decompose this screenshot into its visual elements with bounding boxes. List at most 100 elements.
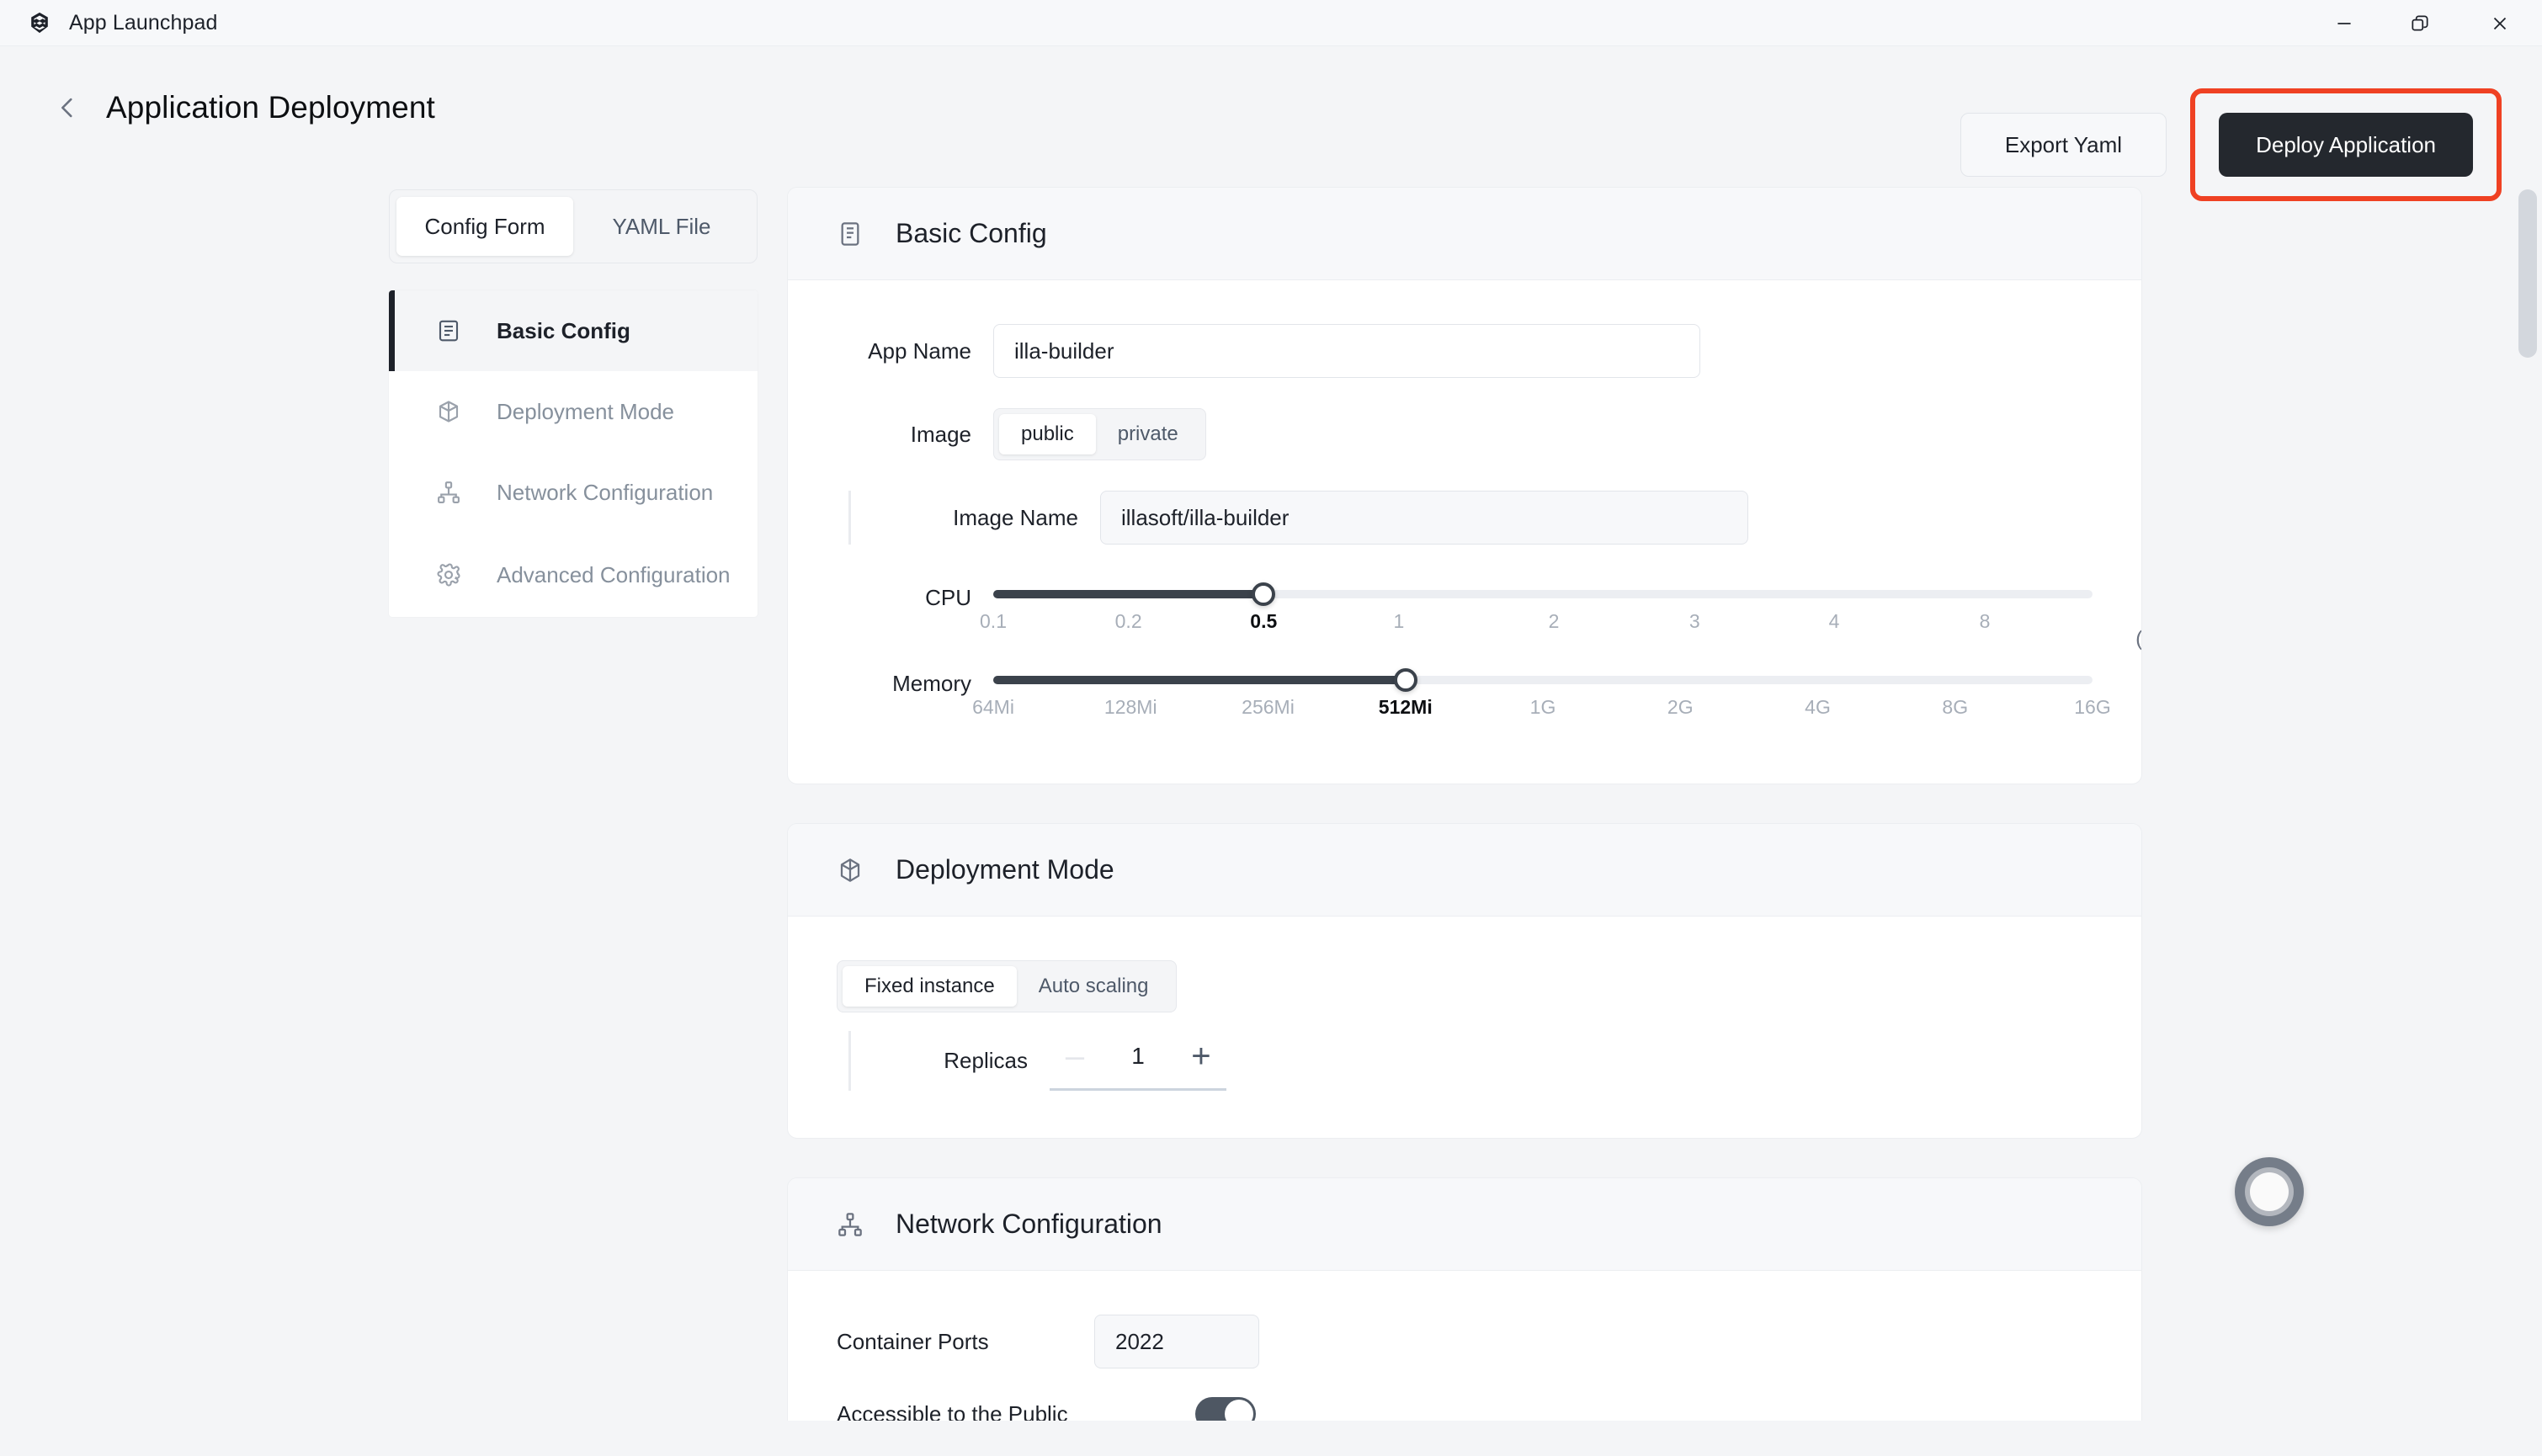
deploy-application-highlight: Deploy Application	[2190, 88, 2502, 201]
replicas-increment-button[interactable]: +	[1181, 1036, 1221, 1076]
tab-config-form[interactable]: Config Form	[396, 197, 573, 256]
sidebar-item-basic-config[interactable]: Basic Config	[389, 290, 758, 371]
replicas-value[interactable]: 1	[1131, 1043, 1145, 1070]
memory-mark-selected[interactable]: 512Mi	[1379, 696, 1433, 719]
cube-icon	[436, 399, 471, 424]
config-form-content: Basic Config App Name illa-builder Image…	[787, 187, 2142, 1456]
restore-window-icon[interactable]	[2382, 0, 2458, 46]
image-name-input[interactable]: illasoft/illa-builder	[1100, 491, 1748, 545]
sidebar-item-network-configuration[interactable]: Network Configuration	[389, 452, 758, 533]
deployment-mode-card-body: Fixed instance Auto scaling Replicas – 1…	[788, 917, 2141, 1138]
container-ports-label: Container Ports	[837, 1329, 1072, 1355]
page-scrollbar[interactable]	[2518, 189, 2537, 1452]
app-name-row: App Name illa-builder	[837, 324, 2093, 378]
memory-slider-track[interactable]	[993, 676, 2093, 684]
view-mode-tabs: Config Form YAML File	[389, 189, 758, 263]
cpu-slider-fill	[993, 590, 1263, 598]
cpu-slider-knob[interactable]	[1252, 582, 1275, 606]
card-title: Network Configuration	[896, 1209, 1162, 1240]
document-lines-icon	[436, 318, 471, 343]
cpu-mark[interactable]: 4	[1829, 610, 1840, 633]
memory-mark[interactable]: 2G	[1667, 696, 1694, 719]
cpu-mark[interactable]: 0.1	[980, 610, 1007, 633]
cpu-mark[interactable]: 8	[1980, 610, 1991, 633]
minimize-icon[interactable]	[2306, 0, 2382, 46]
tab-image-private[interactable]: private	[1096, 414, 1200, 454]
sidebar-item-deployment-mode[interactable]: Deployment Mode	[389, 371, 758, 452]
page-header: Application Deployment Export Yaml Deplo…	[0, 46, 2542, 168]
memory-mark[interactable]: 8G	[1942, 696, 1968, 719]
replicas-label: Replicas	[851, 1048, 1028, 1074]
cpu-label: CPU	[837, 575, 971, 611]
app-window: App Launchpad Application Deployment Exp…	[0, 0, 2542, 1456]
gear-icon	[436, 562, 471, 587]
deployment-mode-options-row: Fixed instance Auto scaling	[837, 960, 2093, 1012]
sidebar: Config Form YAML File Basic Config Deplo…	[389, 189, 758, 617]
cpu-mark[interactable]: 3	[1689, 610, 1700, 633]
app-name-label: App Name	[837, 338, 971, 364]
tab-auto-scaling[interactable]: Auto scaling	[1017, 966, 1171, 1007]
basic-config-card-header: Basic Config	[788, 188, 2141, 280]
tab-fixed-instance[interactable]: Fixed instance	[843, 966, 1017, 1007]
memory-mark[interactable]: 256Mi	[1242, 696, 1295, 719]
cpu-mark[interactable]: 2	[1549, 610, 1560, 633]
image-row: Image public private	[837, 408, 2093, 460]
page-title: Application Deployment	[106, 90, 435, 125]
cpu-slider-track[interactable]	[993, 590, 2093, 598]
memory-mark[interactable]: 16G	[2074, 696, 2110, 719]
network-configuration-card-header: Network Configuration	[788, 1178, 2141, 1271]
card-title: Deployment Mode	[896, 854, 1114, 885]
replicas-stepper[interactable]: – 1 +	[1050, 1031, 1226, 1091]
cpu-slider[interactable]: 0.1 0.2 0.5 1 2 3 4 8 (Core)	[993, 575, 2093, 644]
memory-mark[interactable]: 128Mi	[1104, 696, 1157, 719]
close-icon[interactable]	[2458, 0, 2542, 46]
viewport-bottom-edge	[0, 1421, 2542, 1456]
cpu-mark-selected[interactable]: 0.5	[1250, 610, 1277, 633]
image-visibility-tabs: public private	[993, 408, 1206, 460]
image-label: Image	[837, 422, 971, 448]
gem-hexagon-icon	[27, 10, 52, 35]
chevron-left-icon[interactable]	[49, 89, 86, 126]
tab-image-public[interactable]: public	[999, 414, 1096, 454]
app-title: App Launchpad	[69, 11, 217, 35]
deploy-application-button[interactable]: Deploy Application	[2219, 113, 2473, 177]
memory-slider[interactable]: 64Mi 128Mi 256Mi 512Mi 1G 2G 4G 8G 16G	[993, 661, 2093, 730]
deployment-mode-card-header: Deployment Mode	[788, 824, 2141, 917]
memory-label: Memory	[837, 661, 971, 697]
export-yaml-button[interactable]: Export Yaml	[1960, 113, 2167, 177]
window-controls	[2306, 0, 2542, 46]
replicas-row: Replicas – 1 +	[848, 1031, 2093, 1091]
deployment-mode-tabs: Fixed instance Auto scaling	[837, 960, 1177, 1012]
app-name-input[interactable]: illa-builder	[993, 324, 1700, 378]
image-name-row: Image Name illasoft/illa-builder	[848, 491, 2093, 545]
sitemap-icon	[837, 1211, 870, 1238]
click-ring-cursor	[2235, 1157, 2304, 1226]
memory-slider-row: Memory 64Mi 128Mi 256Mi 512Mi 1G 2G	[837, 661, 2093, 730]
cpu-mark[interactable]: 0.2	[1115, 610, 1142, 633]
cpu-mark[interactable]: 1	[1394, 610, 1405, 633]
memory-slider-knob[interactable]	[1394, 668, 1417, 692]
container-ports-input[interactable]: 2022	[1094, 1315, 1259, 1368]
cpu-slider-row: CPU 0.1 0.2 0.5 1 2 3	[837, 575, 2093, 644]
memory-mark[interactable]: 4G	[1805, 696, 1831, 719]
cpu-unit-label: (Core)	[2135, 627, 2142, 651]
title-bar: App Launchpad	[0, 0, 2542, 46]
memory-slider-marks: 64Mi 128Mi 256Mi 512Mi 1G 2G 4G 8G 16G	[993, 696, 2093, 730]
basic-config-card: Basic Config App Name illa-builder Image…	[787, 187, 2142, 784]
tab-yaml-file[interactable]: YAML File	[573, 197, 750, 256]
memory-mark[interactable]: 64Mi	[972, 696, 1014, 719]
memory-slider-fill	[993, 676, 1406, 684]
replicas-decrement-button[interactable]: –	[1055, 1036, 1095, 1076]
basic-config-card-body: App Name illa-builder Image public priva…	[788, 280, 2141, 784]
sidebar-item-label: Advanced Configuration	[497, 561, 731, 589]
cpu-slider-marks: 0.1 0.2 0.5 1 2 3 4 8 (Core)	[993, 610, 2093, 644]
sidebar-item-advanced-configuration[interactable]: Advanced Configuration	[389, 533, 758, 617]
memory-mark[interactable]: 1G	[1530, 696, 1556, 719]
sitemap-icon	[436, 480, 471, 505]
sidebar-item-label: Deployment Mode	[497, 398, 674, 426]
sidebar-item-label: Network Configuration	[497, 479, 713, 507]
header-actions: Export Yaml Deploy Application	[1960, 88, 2502, 201]
network-configuration-card: Network Configuration Container Ports 20…	[787, 1177, 2142, 1456]
scrollbar-thumb[interactable]	[2518, 189, 2537, 358]
section-nav-list: Basic Config Deployment Mode Network Con…	[389, 290, 758, 617]
